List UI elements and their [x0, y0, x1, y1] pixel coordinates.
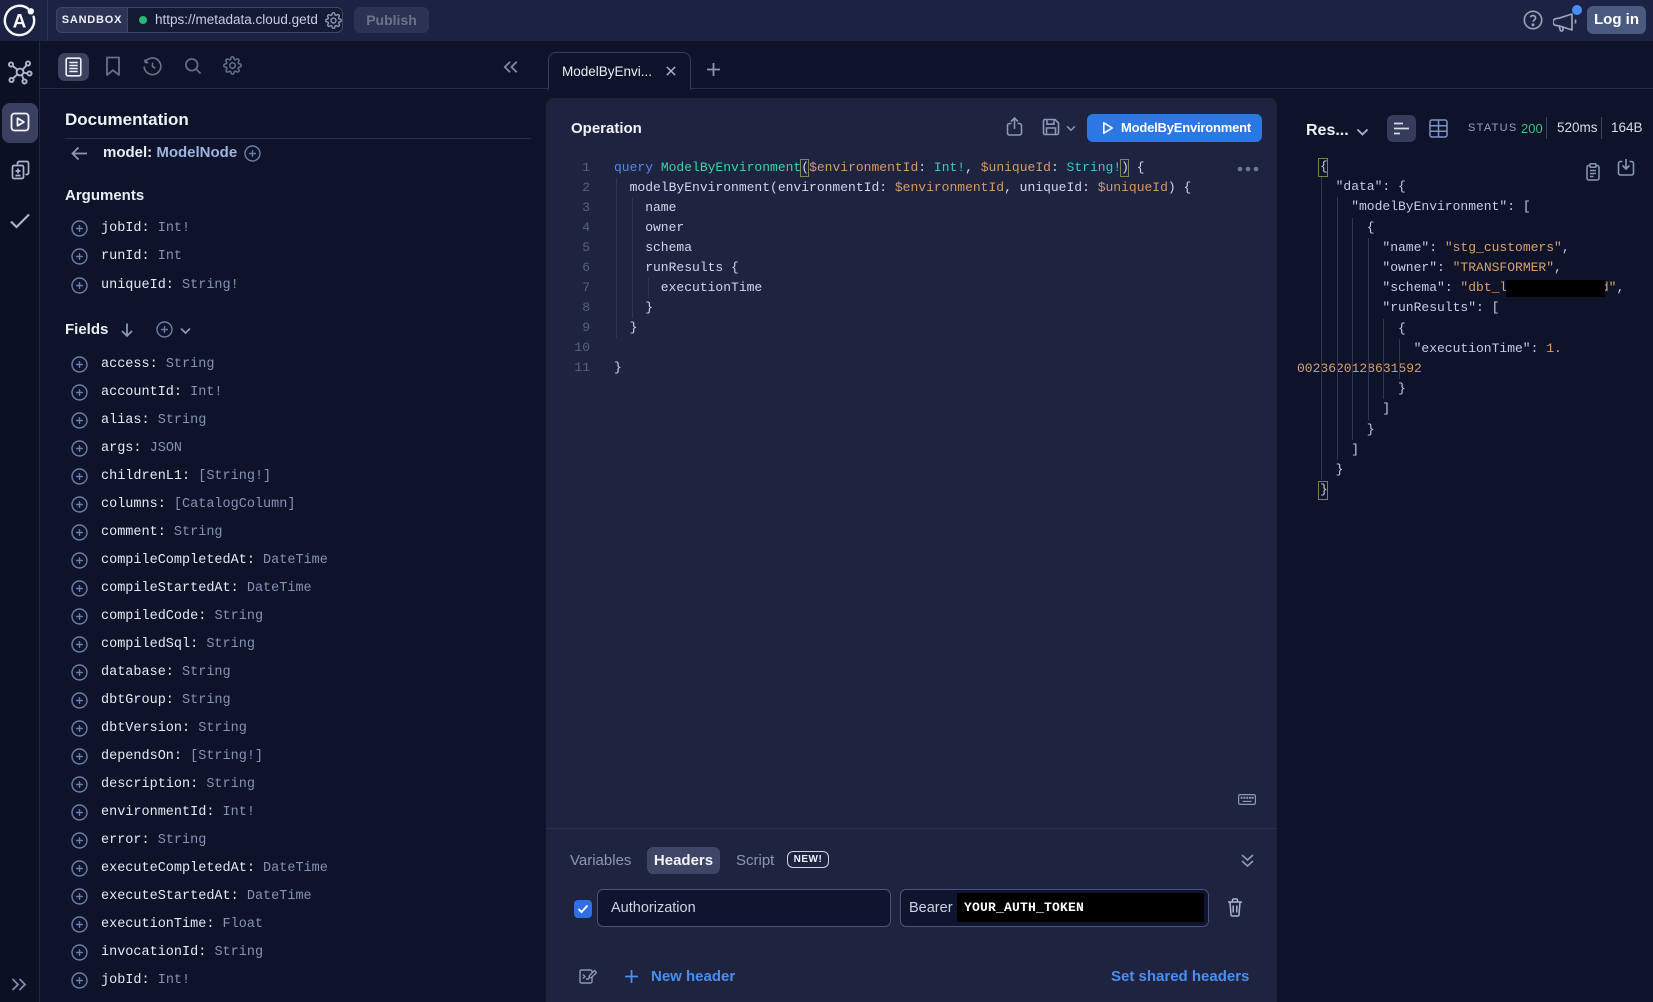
svg-text:A: A [13, 12, 27, 33]
